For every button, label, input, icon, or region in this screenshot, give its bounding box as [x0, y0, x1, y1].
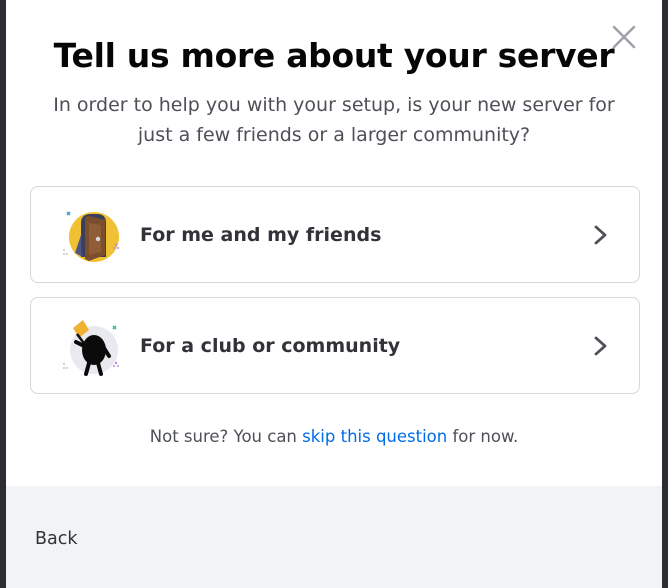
modal-subtitle: In order to help you with your setup, is… — [53, 94, 615, 146]
modal-title: Tell us more about your server — [53, 36, 615, 75]
skip-suffix: for now. — [447, 427, 519, 446]
door-illustration-icon — [63, 211, 119, 262]
option-club-or-community[interactable]: For a club or community — [30, 297, 640, 394]
create-server-modal: Tell us more about your server In order … — [6, 0, 662, 588]
flag-character-illustration-icon — [63, 320, 119, 376]
chevron-right-icon — [594, 336, 607, 356]
modal-footer: Back — [6, 486, 662, 588]
skip-question-link[interactable]: skip this question — [302, 427, 447, 446]
skip-question-line: Not sure? You can skip this question for… — [6, 424, 662, 450]
option-me-and-friends[interactable]: For me and my friends — [30, 186, 640, 283]
option-label: For a club or community — [140, 335, 401, 357]
back-button[interactable]: Back — [35, 526, 78, 552]
chevron-right-icon — [594, 225, 607, 245]
option-label: For me and my friends — [140, 224, 382, 246]
skip-prefix: Not sure? You can — [149, 427, 303, 446]
